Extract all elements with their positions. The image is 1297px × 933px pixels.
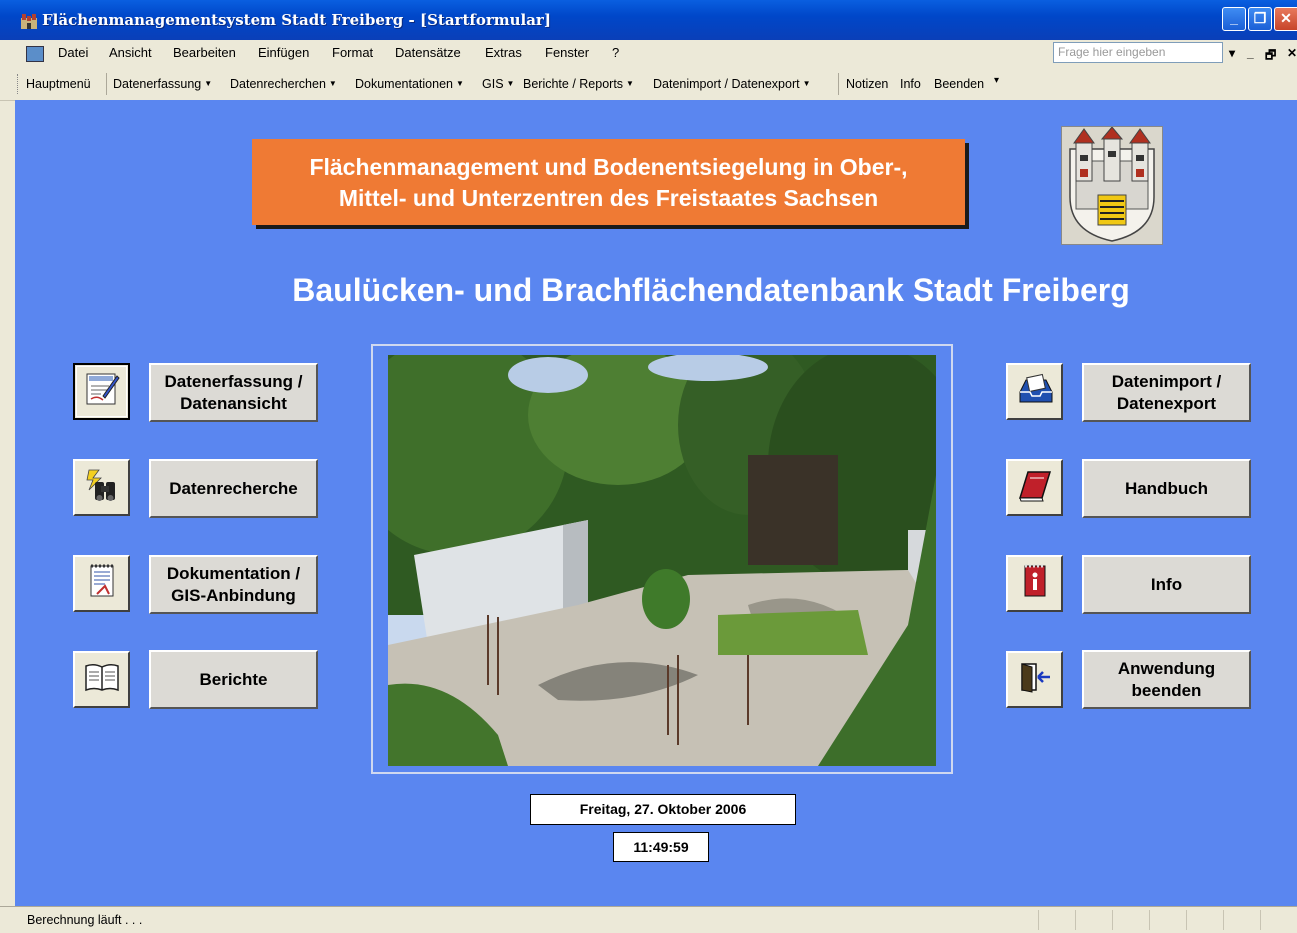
form-pen-icon: [83, 370, 121, 413]
toolbar-separator: [838, 73, 839, 95]
toolbar-dokumentationen-label: Dokumentationen: [355, 77, 453, 91]
toolbar-info[interactable]: Info: [900, 77, 921, 91]
berichte-button[interactable]: Berichte: [149, 650, 318, 709]
beenden-icon-button[interactable]: [1006, 651, 1063, 708]
dropdown-arrow-icon: ▼: [328, 79, 337, 88]
project-banner: Flächenmanagement und Bodenentsiegelung …: [252, 139, 965, 225]
dropdown-arrow-icon: ▼: [626, 79, 634, 88]
menu-app-icon[interactable]: [26, 46, 44, 62]
manual-icon: [1016, 466, 1054, 509]
toolbar-berichte-label: Berichte / Reports: [523, 77, 624, 91]
anwendung-beenden-button[interactable]: Anwendung beenden: [1082, 650, 1251, 709]
minimize-button[interactable]: _: [1222, 7, 1246, 31]
status-text: Berechnung läuft . . .: [27, 913, 143, 927]
dropdown-arrow-icon: ▼: [506, 79, 515, 88]
inbox-tray-icon: [1016, 370, 1054, 413]
photo-frame: [371, 344, 953, 774]
mdi-close-button[interactable]: ✕: [1287, 46, 1297, 60]
toolbar-datenimport-label: Datenimport / Datenexport: [653, 77, 800, 91]
toolbar-datenimport-export[interactable]: Datenimport / Datenexport ▼: [653, 77, 811, 91]
close-button[interactable]: ✕: [1274, 7, 1297, 31]
datenerfassung-button[interactable]: Datenerfassung / Datenansicht: [149, 363, 318, 422]
time-display: 11:49:59: [613, 832, 709, 862]
handbuch-button[interactable]: Handbuch: [1082, 459, 1251, 518]
brownfield-site-photo: [388, 355, 936, 766]
window-title: Flächenmanagementsystem Stadt Freiberg -…: [42, 11, 551, 29]
toolbar-notizen[interactable]: Notizen: [846, 77, 888, 91]
binoculars-icon: [83, 466, 121, 509]
datenrecherche-icon-button[interactable]: [73, 459, 130, 516]
menu-bearbeiten[interactable]: Bearbeiten: [173, 45, 236, 60]
datenerfassung-icon-button[interactable]: [73, 363, 130, 420]
dropdown-arrow-icon: ▼: [802, 79, 811, 88]
dropdown-arrow-icon: ▼: [204, 79, 213, 88]
toolbar-gis-label: GIS: [482, 77, 504, 91]
toolbar-datenerfassung-label: Datenerfassung: [113, 77, 202, 91]
toolbar-datenrecherchen-label: Datenrecherchen: [230, 77, 326, 91]
document-icon: [83, 562, 121, 605]
toolbar-beenden[interactable]: Beenden: [934, 77, 984, 91]
menu-help[interactable]: ?: [612, 45, 619, 60]
status-panels: [1038, 910, 1297, 930]
mdi-restore-button[interactable]: 🗗: [1265, 46, 1276, 67]
help-dropdown-icon[interactable]: ▾: [1229, 46, 1235, 60]
menu-extras[interactable]: Extras: [485, 45, 522, 60]
toolbar-options-icon[interactable]: ▾: [994, 75, 999, 86]
toolbar-hauptmenue[interactable]: Hauptmenü: [26, 77, 91, 91]
status-bar: Berechnung läuft . . .: [0, 906, 1297, 933]
restore-button[interactable]: ❐: [1248, 7, 1272, 31]
menu-datensaetze[interactable]: Datensätze: [395, 45, 461, 60]
main-title: Baulücken- und Brachflächendatenbank Sta…: [292, 272, 1130, 308]
toolbar-separator: [106, 73, 107, 95]
menu-fenster[interactable]: Fenster: [545, 45, 589, 60]
help-question-input[interactable]: Frage hier eingeben: [1053, 42, 1223, 63]
freiberg-coat-of-arms: [1061, 126, 1163, 245]
banner-line-2: Mittel- und Unterzentren des Freistaates…: [338, 185, 879, 211]
datenrecherche-button[interactable]: Datenrecherche: [149, 459, 318, 518]
toolbar-datenrecherchen[interactable]: Datenrecherchen ▼: [230, 77, 337, 91]
toolbar-berichte-reports[interactable]: Berichte / Reports ▼: [523, 77, 634, 91]
datenimport-export-button[interactable]: Datenimport / Datenexport: [1082, 363, 1251, 422]
date-display: Freitag, 27. Oktober 2006: [530, 794, 796, 825]
menu-ansicht[interactable]: Ansicht: [109, 45, 152, 60]
toolbar-gis[interactable]: GIS ▼: [482, 77, 514, 91]
app-castle-icon: [20, 13, 38, 29]
menu-einfuegen[interactable]: Einfügen: [258, 45, 309, 60]
datenimport-icon-button[interactable]: [1006, 363, 1063, 420]
toolbar-datenerfassung[interactable]: Datenerfassung ▼: [113, 77, 212, 91]
start-form: Flächenmanagement und Bodenentsiegelung …: [15, 100, 1297, 906]
berichte-icon-button[interactable]: [73, 651, 130, 708]
handbuch-icon-button[interactable]: [1006, 459, 1063, 516]
menu-format[interactable]: Format: [332, 45, 373, 60]
book-icon: [83, 658, 121, 701]
info-icon-button[interactable]: [1006, 555, 1063, 612]
info-button[interactable]: Info: [1082, 555, 1251, 614]
mdi-minimize-button[interactable]: _: [1247, 46, 1254, 60]
custom-toolbar: Hauptmenü Datenerfassung ▼ Datenrecherche…: [0, 68, 1297, 101]
dokumentation-gis-button[interactable]: Dokumentation / GIS-Anbindung: [149, 555, 318, 614]
menu-datei[interactable]: Datei: [58, 45, 88, 60]
banner-line-1: Flächenmanagement und Bodenentsiegelung …: [309, 154, 908, 180]
exit-door-icon: [1016, 658, 1054, 701]
menubar: Datei Ansicht Bearbeiten Einfügen Format…: [0, 40, 1297, 68]
window-titlebar[interactable]: Flächenmanagementsystem Stadt Freiberg -…: [0, 0, 1297, 40]
info-icon: [1016, 562, 1054, 605]
dokumentation-icon-button[interactable]: [73, 555, 130, 612]
dropdown-arrow-icon: ▼: [455, 79, 464, 88]
toolbar-grip[interactable]: [17, 74, 21, 94]
toolbar-dokumentationen[interactable]: Dokumentationen ▼: [355, 77, 464, 91]
